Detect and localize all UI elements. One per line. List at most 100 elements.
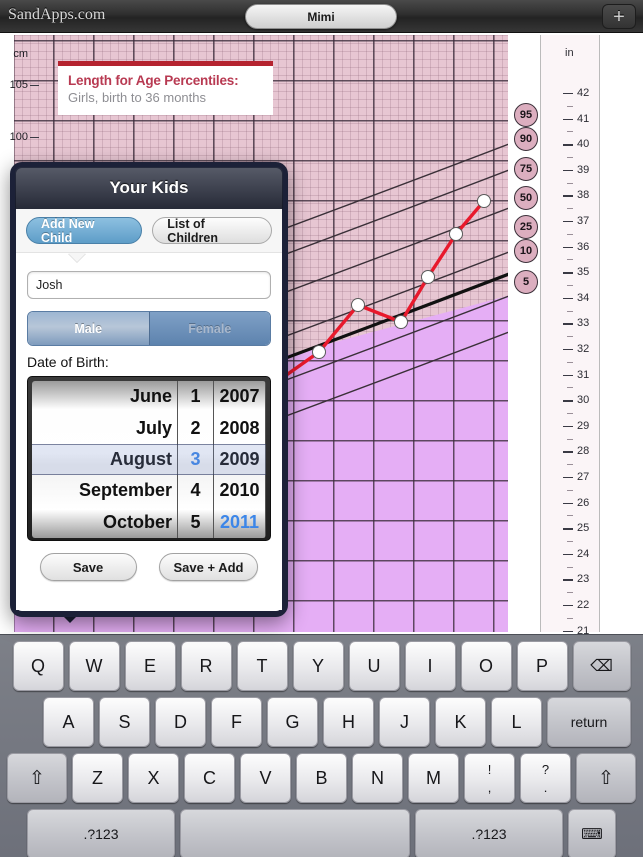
key-e[interactable]: E: [124, 641, 176, 691]
day-option[interactable]: 2: [178, 412, 213, 443]
key-p[interactable]: P: [516, 641, 568, 691]
chart-subtitle: Girls, birth to 36 months: [68, 90, 206, 105]
key-j[interactable]: J: [379, 697, 430, 747]
axis-tick-minor: [567, 310, 573, 312]
axis-tick-label: 26: [577, 496, 590, 509]
child-name-input[interactable]: Josh: [27, 271, 271, 299]
year-option[interactable]: 2007: [214, 381, 265, 412]
key-exclamation-comma[interactable]: !,: [464, 753, 515, 803]
data-point: [312, 345, 326, 359]
tab-list-of-children[interactable]: List of Children: [152, 216, 272, 245]
axis-tick-minor: [567, 438, 573, 440]
month-option[interactable]: July: [32, 412, 177, 443]
year-option[interactable]: 2009: [214, 444, 265, 475]
year-option[interactable]: 2008: [214, 412, 265, 443]
punctuation-bottom: ,: [487, 779, 492, 795]
numeric-key-right[interactable]: .?123: [415, 809, 563, 857]
axis-tick: [563, 93, 573, 95]
axis-tick-minor: [567, 464, 573, 466]
axis-tick: [563, 502, 573, 504]
browser-tab-mimi[interactable]: Mimi: [245, 4, 397, 29]
tab-add-new-child-label: Add New Child: [41, 216, 95, 245]
axis-tick: [563, 169, 573, 172]
month-wheel[interactable]: June July August September October: [32, 381, 178, 538]
axis-tick: [563, 451, 573, 453]
year-wheel[interactable]: 2007 2008 2009 2010 2011: [214, 381, 266, 538]
save-and-add-button[interactable]: Save + Add: [158, 553, 259, 581]
percentile-badge-90: 90: [514, 127, 538, 151]
plus-icon: +: [613, 5, 625, 28]
axis-tick: [563, 118, 573, 120]
shift-key-left[interactable]: ⇧: [7, 753, 67, 803]
day-option[interactable]: 4: [178, 475, 213, 506]
key-z[interactable]: Z: [72, 753, 123, 803]
return-key[interactable]: return: [547, 697, 631, 747]
key-m[interactable]: M: [408, 753, 459, 803]
key-question-period[interactable]: ?.: [520, 753, 571, 803]
key-y[interactable]: Y: [292, 641, 344, 691]
shift-key-right[interactable]: ⇧: [576, 753, 636, 803]
axis-tick-minor: [567, 157, 573, 158]
day-wheel[interactable]: 12345: [178, 381, 214, 538]
axis-tick-minor: [567, 387, 573, 389]
numeric-key-left[interactable]: .?123: [27, 809, 175, 857]
month-option[interactable]: September: [32, 475, 177, 506]
key-f[interactable]: F: [211, 697, 262, 747]
key-k[interactable]: K: [435, 697, 486, 747]
key-q[interactable]: Q: [12, 641, 64, 691]
axis-tick-label: 31: [577, 368, 590, 381]
key-v[interactable]: V: [240, 753, 291, 803]
save-button[interactable]: Save: [39, 553, 137, 581]
key-b[interactable]: B: [296, 753, 347, 803]
axis-tick-label: 30: [577, 394, 590, 407]
month-option[interactable]: October: [32, 507, 177, 538]
key-x[interactable]: X: [128, 753, 179, 803]
tab-list-of-children-label: List of Children: [167, 216, 218, 245]
axis-tick-minor: [567, 566, 573, 568]
key-u[interactable]: U: [348, 641, 400, 691]
year-option[interactable]: 2010: [214, 475, 265, 506]
key-a[interactable]: A: [43, 697, 94, 747]
axis-tick-minor: [567, 182, 573, 184]
key-c[interactable]: C: [184, 753, 235, 803]
hide-keyboard-key[interactable]: ⌨: [568, 809, 616, 857]
day-option[interactable]: 5: [178, 507, 213, 538]
key-d[interactable]: D: [155, 697, 206, 747]
day-option[interactable]: 3: [178, 444, 213, 475]
key-l[interactable]: L: [491, 697, 542, 747]
day-option[interactable]: 1: [178, 381, 213, 412]
dialog-button-row: Save Save + Add: [16, 553, 282, 581]
key-s[interactable]: S: [99, 697, 150, 747]
backspace-key[interactable]: ⌫: [572, 641, 631, 691]
key-o[interactable]: O: [460, 641, 512, 691]
cm-tick-label: 100: [9, 131, 28, 143]
axis-tick-label: 39: [577, 163, 590, 176]
axis-tick: [563, 272, 573, 274]
key-i[interactable]: I: [404, 641, 456, 691]
data-point: [351, 298, 365, 312]
year-option[interactable]: 2011: [214, 507, 265, 538]
key-w[interactable]: W: [68, 641, 120, 691]
gender-option-female[interactable]: Female: [149, 312, 270, 345]
key-g[interactable]: G: [267, 697, 318, 747]
gender-option-male[interactable]: Male: [28, 312, 150, 345]
month-option[interactable]: August: [32, 444, 177, 475]
space-key[interactable]: [180, 809, 410, 857]
axis-tick-minor: [567, 361, 573, 363]
axis-tick-minor: [567, 105, 573, 107]
axis-tick-label: 27: [577, 471, 590, 483]
date-of-birth-picker[interactable]: June July August September October 12345 200…: [27, 376, 271, 541]
key-h[interactable]: H: [323, 697, 374, 747]
save-button-label: Save: [72, 559, 104, 575]
add-tab-button[interactable]: +: [602, 4, 636, 29]
percentile-badge-10: 10: [514, 239, 538, 263]
data-point: [477, 194, 491, 208]
axis-tick: [563, 579, 573, 581]
month-option[interactable]: June: [32, 381, 177, 412]
gender-segmented-control[interactable]: Male Female: [27, 311, 271, 346]
punctuation-top: ?: [541, 761, 550, 777]
tab-add-new-child[interactable]: Add New Child: [26, 216, 143, 245]
key-n[interactable]: N: [352, 753, 403, 803]
key-r[interactable]: R: [180, 641, 232, 691]
key-t[interactable]: T: [236, 641, 288, 691]
